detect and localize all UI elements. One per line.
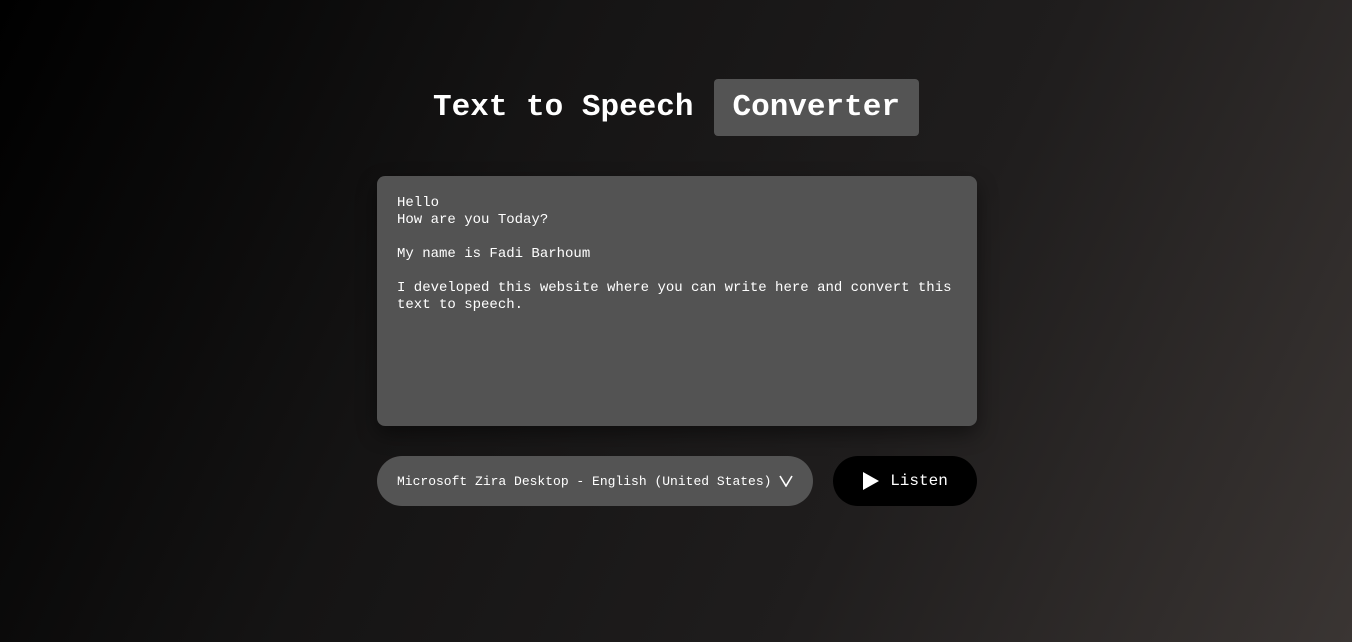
listen-button[interactable]: Listen (833, 456, 977, 506)
speech-text-input[interactable]: Hello How are you Today? My name is Fadi… (377, 176, 977, 426)
page-header: Text to Speech Converter (0, 79, 1352, 136)
controls-row: Microsoft Zira Desktop - English (United… (377, 456, 977, 506)
page-title: Text to Speech (433, 90, 694, 125)
play-icon (863, 472, 880, 490)
listen-button-label: Listen (890, 472, 948, 490)
voice-select-value: Microsoft Zira Desktop - English (United… (397, 473, 772, 489)
page-title-highlight: Converter (713, 79, 919, 136)
chevron-down-icon (779, 475, 793, 487)
voice-select[interactable]: Microsoft Zira Desktop - English (United… (377, 456, 813, 506)
